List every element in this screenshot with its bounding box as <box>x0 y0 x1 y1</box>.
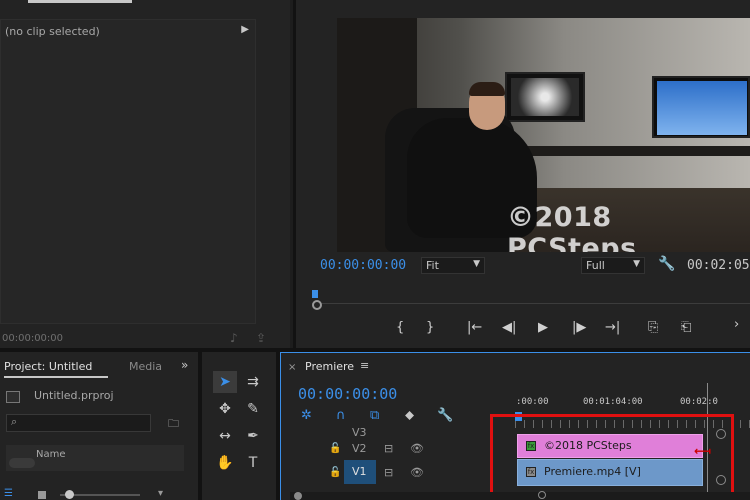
program-playhead[interactable] <box>312 290 318 298</box>
timeline-scrollbar[interactable] <box>290 492 750 500</box>
step-back-button[interactable]: ◀| <box>502 320 516 335</box>
eye-icon[interactable]: 👁 <box>410 466 424 479</box>
source-timecode: 00:00:00:00 <box>2 333 64 344</box>
close-icon[interactable]: × <box>288 362 296 373</box>
ruler-label: 00:01:04:00 <box>583 397 643 407</box>
ruler-label: 00:02:0 <box>680 397 718 407</box>
video-monitor-left <box>505 72 585 122</box>
video-monitor-right <box>652 76 750 138</box>
watermark-text: ©2018 PCSteps <box>507 202 637 252</box>
slip-tool-icon[interactable]: ↔ <box>213 425 237 447</box>
video-hair <box>469 82 505 96</box>
program-timecode[interactable]: 00:00:00:00 <box>320 258 406 273</box>
no-clip-label: (no clip selected) <box>5 25 100 38</box>
extract-button[interactable]: ⎗ <box>681 320 691 335</box>
razor-tool-icon[interactable]: ✎ <box>241 398 265 420</box>
more-tabs-icon[interactable]: » <box>181 358 188 372</box>
lift-button[interactable]: ⎘ <box>648 320 658 335</box>
tab-project[interactable]: Project: Untitled <box>4 360 92 373</box>
resolution-select-value: Full <box>586 259 605 272</box>
name-column-label: Name <box>36 449 66 460</box>
tab-media[interactable]: Media <box>129 360 162 373</box>
ruler-label: :00:00 <box>516 397 549 407</box>
lock-icon[interactable]: 🔓 <box>329 467 341 478</box>
more-controls-icon[interactable]: › <box>734 317 739 332</box>
track-height-handle[interactable] <box>716 429 726 439</box>
track-select-tool-icon[interactable]: ⇉ <box>241 371 265 393</box>
ripple-edit-tool-icon[interactable]: ✥ <box>213 398 237 420</box>
track-height-handle[interactable] <box>716 475 726 485</box>
snap-icon[interactable]: ∩ <box>336 408 346 423</box>
sort-icon[interactable]: ▾ <box>158 488 163 499</box>
program-duration: 00:02:05: <box>687 258 750 273</box>
search-input[interactable] <box>6 414 151 432</box>
resolution-select[interactable]: Full ▼ <box>581 257 645 274</box>
mark-out-button[interactable]: } <box>426 320 434 335</box>
zoom-select-value: Fit <box>426 259 439 272</box>
eye-icon[interactable]: 👁 <box>410 442 424 455</box>
track-name-v1: V1 <box>352 465 367 478</box>
panel-menu-icon[interactable]: ≡ <box>360 359 369 372</box>
timeline-settings-icon[interactable]: 🔧 <box>437 408 453 423</box>
tab-sequence[interactable]: Premiere <box>305 360 354 373</box>
premiere-window: (no clip selected) ▶ 00:00:00:00 ♪ ⇪ ©20… <box>0 0 750 500</box>
column-resize-handle[interactable] <box>9 458 35 468</box>
sync-lock-icon[interactable]: ⊟ <box>384 442 393 455</box>
go-to-out-button[interactable]: →| <box>605 320 620 335</box>
pen-tool-icon[interactable]: ✒ <box>241 425 265 447</box>
ruler-line <box>312 303 750 304</box>
type-tool-icon[interactable]: T <box>241 452 265 474</box>
track-name-v3: V3 <box>352 426 367 439</box>
linked-selection-icon[interactable]: ⧉ <box>370 408 379 423</box>
highlight-annotation <box>490 414 734 495</box>
zoom-select[interactable]: Fit ▼ <box>421 257 485 274</box>
hand-tool-icon[interactable]: ✋ <box>213 452 237 474</box>
chevron-right-icon[interactable]: ▶ <box>241 24 249 35</box>
export-icon[interactable]: ⇪ <box>256 331 266 345</box>
zoom-slider-knob[interactable] <box>65 490 74 499</box>
project-tab-underline <box>4 376 108 378</box>
nest-icon[interactable]: ✲ <box>301 408 312 423</box>
project-file-icon <box>6 391 20 403</box>
timeline-scroll-knob[interactable] <box>294 492 302 500</box>
timeline-timecode[interactable]: 00:00:00:00 <box>298 385 397 403</box>
mark-in-button[interactable]: { <box>396 320 404 335</box>
go-to-in-button[interactable]: |← <box>467 320 482 335</box>
selection-tool-icon[interactable]: ➤ <box>213 371 237 393</box>
list-view-icon[interactable]: ☰ <box>4 488 13 499</box>
wrench-icon[interactable]: 🔧 <box>658 256 675 272</box>
search-icon: ⌕ <box>11 415 18 428</box>
effect-controls-area: (no clip selected) ▶ <box>0 19 256 324</box>
program-time-ruler[interactable] <box>312 290 750 304</box>
audio-only-icon[interactable]: ♪ <box>230 331 238 345</box>
chevron-down-icon: ▼ <box>633 259 640 269</box>
project-file-name: Untitled.prproj <box>34 389 114 402</box>
sync-lock-icon[interactable]: ⊟ <box>384 466 393 479</box>
add-marker-icon[interactable]: ⬥ <box>405 408 414 423</box>
bin-icon[interactable]: 🗀 <box>168 415 179 434</box>
step-forward-button[interactable]: |▶ <box>572 320 586 335</box>
lock-icon[interactable]: 🔓 <box>329 443 341 454</box>
icon-view-icon[interactable] <box>38 491 46 499</box>
source-tab-underline <box>28 0 132 3</box>
scrub-knob[interactable] <box>312 300 322 310</box>
scroll-zoom-handle[interactable] <box>538 491 546 499</box>
track-name-v2: V2 <box>352 442 367 455</box>
chevron-down-icon: ▼ <box>473 259 480 269</box>
play-button[interactable]: ▶ <box>538 320 548 335</box>
video-frame[interactable]: ©2018 PCSteps <box>337 18 750 252</box>
